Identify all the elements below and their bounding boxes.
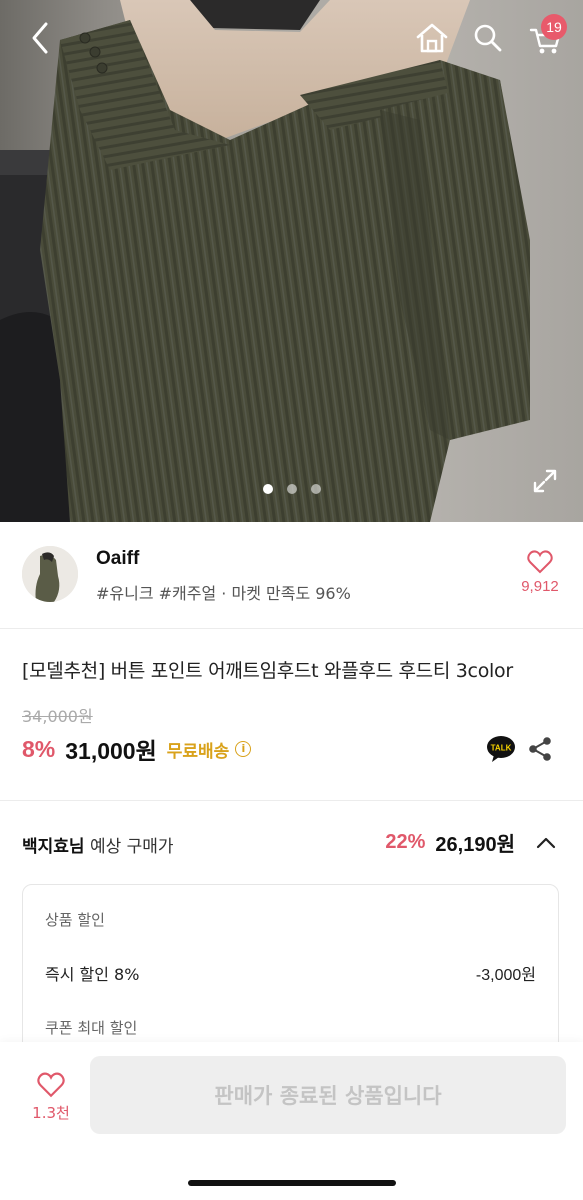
home-icon [416, 23, 448, 53]
bottom-action-bar: 1.3천 판매가 종료된 상품입니다 [0, 1042, 583, 1200]
divider [0, 800, 583, 801]
expected-price-caption: 예상 구매가 [89, 837, 174, 857]
heart-icon [527, 550, 553, 574]
pager-dot[interactable] [286, 484, 297, 494]
shop-tags: #유니크 #캐주얼 · 마켓 만족도 96% [96, 584, 351, 603]
shop-name[interactable]: Oaiff [96, 548, 139, 570]
search-button[interactable] [468, 18, 508, 58]
share-icon [529, 737, 551, 761]
price-row: 8% 31,000원 무료배송 i [22, 732, 252, 766]
wishlist-button[interactable]: 1.3천 [26, 1072, 76, 1123]
home-button[interactable] [412, 18, 452, 58]
expected-price: 26,190원 [435, 834, 515, 856]
shop-like-button[interactable]: 9,912 [512, 550, 568, 595]
shop-logo [22, 546, 78, 602]
instant-discount-value: -3,000원 [475, 967, 536, 984]
pager-dot[interactable] [262, 484, 273, 494]
instant-discount-label: 즉시 할인 8% [45, 965, 140, 984]
shop-avatar[interactable] [22, 546, 78, 602]
expected-discount: 22% [385, 831, 426, 853]
back-icon [32, 22, 48, 54]
cart-count-badge: 19 [541, 14, 567, 40]
original-price: 34,000원 [22, 707, 93, 726]
search-icon [474, 24, 502, 52]
kakao-talk-icon: TALK [487, 736, 515, 762]
expected-price-label: 백지효님 예상 구매가 [22, 832, 174, 857]
image-pager[interactable] [0, 484, 583, 494]
heart-icon [37, 1072, 65, 1098]
expand-icon [533, 469, 557, 493]
sale-price: 31,000원 [65, 738, 157, 764]
chevron-up-icon[interactable] [535, 832, 557, 854]
shop-like-count: 9,912 [521, 578, 559, 595]
shop-info[interactable]: Oaiff #유니크 #캐주얼 · 마켓 만족도 96% 9,912 [0, 522, 583, 628]
share-button[interactable] [526, 735, 554, 763]
home-indicator [188, 1180, 396, 1186]
sold-out-button[interactable]: 판매가 종료된 상품입니다 [90, 1056, 566, 1134]
product-image[interactable]: 19 [0, 0, 583, 522]
coupon-max-discount-title: 쿠폰 최대 할인 [45, 1019, 138, 1037]
info-icon[interactable]: i [235, 741, 252, 757]
product-title: [모델추천] 버튼 포인트 어깨트임후드t 와플후드 후드티 3color [22, 660, 513, 682]
back-button[interactable] [20, 18, 60, 58]
product-photo [0, 0, 530, 522]
product-discount-title: 상품 할인 [45, 911, 105, 929]
kakao-talk-text: TALK [491, 744, 512, 753]
discount-rate: 8% [22, 735, 56, 762]
pager-dot[interactable] [310, 484, 321, 494]
user-name: 백지효님 [22, 837, 85, 857]
expand-image-button[interactable] [528, 464, 562, 498]
free-shipping-label: 무료배송 [166, 741, 230, 762]
expected-price-toggle[interactable]: 22% 26,190원 [385, 828, 557, 857]
kakao-talk-button[interactable]: TALK [486, 735, 516, 763]
wishlist-count: 1.3천 [32, 1104, 70, 1122]
divider [0, 628, 583, 629]
